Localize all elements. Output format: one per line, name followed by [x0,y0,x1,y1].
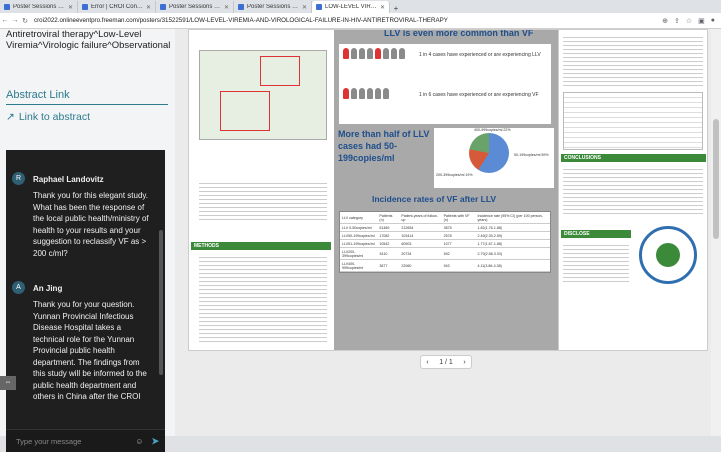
methods-heading: METHODS [191,242,331,250]
abstract-heading: Abstract Link [6,89,70,101]
poster-text-block [199,254,327,344]
chat-scrollbar[interactable] [159,230,163,375]
profile-icon[interactable]: ● [711,17,715,25]
pie-chart: 400-999copies/ml 22% 50-199copies/ml 59%… [434,128,554,188]
table-header-row: LLV category Patients (n) Patient-years … [340,212,550,224]
reload-icon[interactable]: ↻ [20,17,30,25]
emoji-icon[interactable]: ☺ [135,437,143,446]
pie-label: 400-999copies/ml 22% [474,128,511,132]
table-row: LLV400-999copies/ml 3877 22060 943 4.11(3.86… [340,259,550,272]
table-header: Patients with VF (n) [441,212,476,224]
table-row: LLV 0-50copies/ml 51489 212654 3875 1.82(1.7… [340,223,550,232]
message-author: Raphael Landovitz [33,175,104,184]
tab-favicon-icon [238,4,244,10]
pie-graphic [469,133,509,173]
chat-panel: R Raphael Landovitz Thank you for this e… [6,150,165,452]
incidence-title: Incidence rates of VF after LLV [372,194,497,204]
next-page-icon[interactable]: › [463,359,465,366]
divider [6,104,168,105]
table-row: LLV51-199copies/ml 10542 60903 1077 1.77(1.6… [340,239,550,248]
table-row: LLV50-199copies/ml 17082 103414 2578 2.49(2.… [340,231,550,240]
close-icon[interactable]: ✕ [380,4,385,11]
extensions-icon[interactable]: ▣ [698,17,705,25]
results-table [563,92,703,150]
table-header: Patients (n) [377,212,400,224]
llv-half-heading: More than half of LLV cases had 50-199co… [338,129,430,163]
incidence-table: LLV category Patients (n) Patient-years … [339,211,551,273]
forward-icon[interactable]: → [10,17,20,24]
close-icon[interactable]: ✕ [224,4,229,11]
poster-text-block [563,242,629,282]
page-navigator: ‹ 1 / 1 › [420,355,472,369]
tab-favicon-icon [316,4,322,10]
avatar: R [12,172,25,185]
pie-label: 200-399copies/ml 19% [436,173,473,177]
poster-text-block [199,180,327,220]
poster-column-middle: LLV is even more common than VF 1 in 4 c… [334,29,559,350]
browser-tab[interactable]: Poster Sessions for Wednesday✕ [234,1,312,13]
browser-tab[interactable]: Poster Sessions by Day.docx✕ [156,1,234,13]
message-text: Thank you for this elegant study. What h… [33,191,149,258]
browser-tab-bar: Poster Sessions for Wednesday✕ Error | C… [0,0,721,13]
address-bar: ← → ↻ croi2022.onlineeventpro.freeman.co… [0,13,721,29]
conclusions-heading: CONCLUSIONS [561,154,706,162]
zoom-icon[interactable]: ⊕ [662,17,668,25]
prev-page-icon[interactable]: ‹ [426,359,428,366]
people-icons [343,48,413,59]
page-indicator: 1 / 1 [439,358,453,366]
external-link-icon: ↗ [6,111,15,123]
avatar: A [12,281,25,294]
table-header: Incidence rate (95% CI) (per 100 person-… [475,212,550,224]
close-icon[interactable]: ✕ [146,4,151,11]
poster-image: METHODS LLV is even more common than VF … [188,29,578,351]
send-icon[interactable]: ➤ [151,436,159,447]
tab-favicon-icon [4,4,10,10]
table-header: Patient-years of follow-up [399,212,442,224]
poster-viewer: METHODS LLV is even more common than VF … [175,29,711,436]
back-icon[interactable]: ← [0,17,10,24]
tab-favicon-icon [82,4,88,10]
browser-tab-active[interactable]: LOW-LEVEL VIREMIA AND VIRO✕ [312,1,390,13]
table-row: LLV200-399copies/ml 3410 20734 592 2.79(2.58… [340,247,550,260]
pie-label: 50-199copies/ml 59% [514,153,549,157]
abstract-link-label: Link to abstract [18,111,91,123]
poster-text-block [563,166,703,216]
chat-input-placeholder: Type your message [16,436,82,446]
scrollbar-thumb[interactable] [713,119,719,239]
message-text: Thank you for your question. Yunnan Prov… [33,300,147,401]
hospital-seal-icon [639,226,697,284]
star-icon[interactable]: ☆ [686,17,692,25]
poster-column-left: METHODS [189,30,334,350]
poster-column-right-panel: CONCLUSIONS DISCLOSE [558,29,708,351]
chat-input[interactable]: Type your message ☺ ➤ [6,429,165,452]
share-icon[interactable]: ⇪ [674,17,680,25]
table-header: LLV category [340,212,378,224]
browser-tab[interactable]: Poster Sessions for Wednesday✕ [0,1,78,13]
message-author: An Jing [33,284,63,293]
keywords-title: Antiretroviral therapy^Low-Level Viremia… [6,29,171,51]
left-panel: Antiretroviral therapy^Low-Level Viremia… [0,29,175,452]
map-highlight [220,91,270,131]
disclose-heading: DISCLOSE [561,230,631,238]
url-field[interactable]: croi2022.onlineeventpro.freeman.com/post… [34,17,662,24]
poster-heading: LLV is even more common than VF [384,29,534,38]
browser-tab[interactable]: Error | CROI Conference 2022✕ [78,1,156,13]
close-icon[interactable]: ✕ [68,4,73,11]
map-highlight [260,56,300,86]
map-figure [199,50,327,140]
tab-favicon-icon [160,4,166,10]
new-tab-button[interactable]: + [390,4,402,13]
infographic-panel: 1 in 4 cases have experienced or are exp… [339,44,551,124]
llv-stat: 1 in 4 cases have experienced or are exp… [419,52,541,58]
poster-text-block [563,34,703,89]
abstract-link[interactable]: ↗ Link to abstract [6,111,90,123]
close-icon[interactable]: ✕ [302,4,307,11]
people-icons [343,88,413,99]
page-scrollbar[interactable] [711,29,721,436]
panel-toggle-icon[interactable]: ⇔ [0,376,16,390]
vf-stat: 1 in 6 cases have experienced or are exp… [419,92,539,98]
